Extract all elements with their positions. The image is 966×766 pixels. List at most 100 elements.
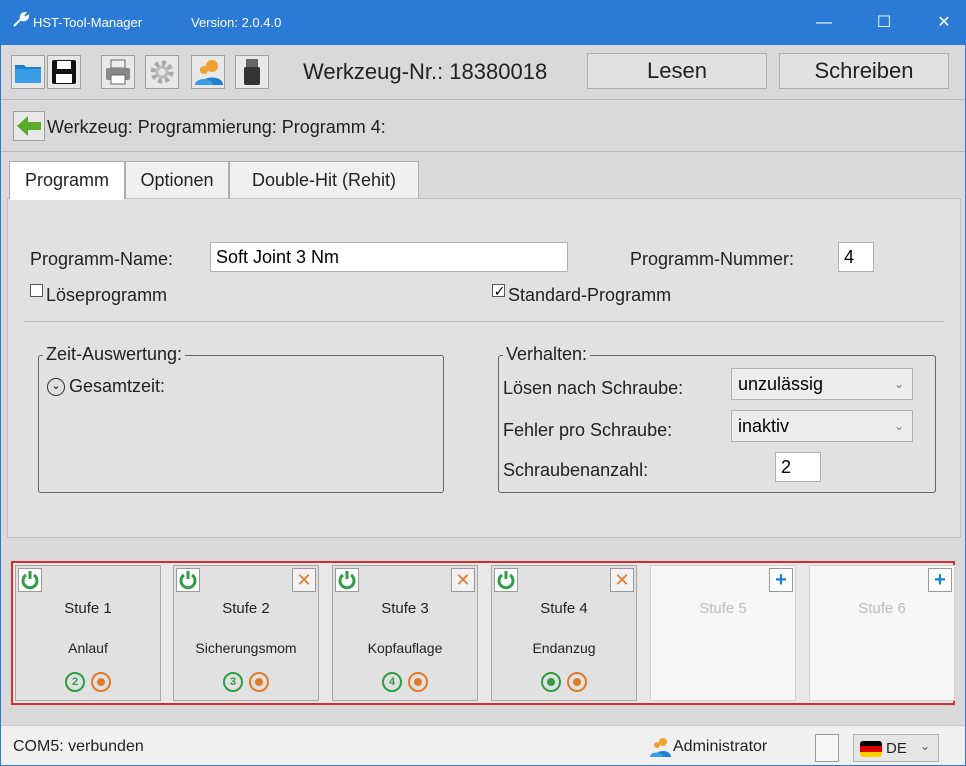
next-stage-icon: 4 — [382, 672, 402, 692]
divider — [1, 99, 965, 100]
loosen-after-label: Lösen nach Schraube: — [503, 378, 684, 398]
app-window: HST-Tool-Manager Version: 2.0.4.0 — ☐ ✕ … — [0, 0, 966, 766]
document-icon[interactable] — [815, 734, 839, 762]
stage-1[interactable]: Stufe 1 Anlauf 2 — [15, 565, 161, 701]
add-stage-button[interactable]: + — [928, 568, 952, 592]
stage-3[interactable]: ✕ Stufe 3 Kopfauflage 4 — [332, 565, 478, 701]
power-icon — [179, 571, 197, 590]
loosen-after-value: unzulässig — [738, 374, 824, 394]
program-name-input[interactable]: Soft Joint 3 Nm — [210, 242, 568, 272]
power-button[interactable] — [176, 568, 200, 592]
breadcrumb: Werkzeug: Programmierung: Programm 4: — [47, 117, 386, 137]
stage-name: Stufe 3 — [381, 600, 429, 617]
version-label: Version: 2.0.4.0 — [191, 15, 282, 30]
power-icon — [21, 571, 39, 590]
write-button[interactable]: Schreiben — [779, 53, 949, 89]
open-folder-button[interactable] — [11, 55, 45, 89]
stage-6[interactable]: + Stufe 6 — [809, 565, 955, 701]
settings-button[interactable] — [145, 55, 179, 89]
stage-name: Stufe 4 — [540, 600, 588, 617]
toolbar: Werkzeug-Nr.: 18380018 Lesen Schreiben — [1, 45, 965, 99]
usb-icon — [244, 59, 260, 85]
stage-4[interactable]: ✕ Stufe 4 Endanzug — [491, 565, 637, 701]
user-name[interactable]: Administrator — [673, 738, 767, 756]
status-dot-icon — [249, 672, 269, 692]
status-bar: COM5: verbunden Administrator DE ⌄ — [1, 725, 965, 765]
language-select[interactable]: DE ⌄ — [853, 734, 939, 762]
next-stage-icon: 2 — [65, 672, 85, 692]
stage-5[interactable]: + Stufe 5 — [650, 565, 796, 701]
loosen-program-checkbox[interactable] — [30, 284, 43, 297]
error-per-screw-label: Fehler pro Schraube: — [503, 420, 673, 440]
power-icon — [338, 571, 356, 590]
stage-description: Kopfauflage — [367, 640, 443, 656]
window-title: HST-Tool-Manager — [33, 15, 143, 30]
program-number-input[interactable]: 4 — [838, 242, 874, 272]
power-button[interactable] — [18, 568, 42, 592]
time-evaluation-group: Zeit-Auswertung: ⌄ Gesamtzeit: — [38, 344, 444, 493]
delete-stage-button[interactable]: ✕ — [610, 568, 634, 592]
chevron-down-icon: ⌄ — [919, 739, 930, 753]
power-button[interactable] — [335, 568, 359, 592]
minimize-button[interactable]: — — [801, 7, 847, 39]
settings-icon — [150, 60, 174, 84]
stage-name: Stufe 6 — [858, 600, 906, 617]
loosen-after-select[interactable]: unzulässig ⌄ — [731, 368, 913, 400]
stage-description: Sicherungsmom — [195, 640, 297, 656]
usb-button[interactable] — [235, 55, 269, 89]
germany-flag-icon — [860, 741, 882, 757]
chevron-down-icon: ⌄ — [893, 419, 904, 433]
checkmark-icon: ✓ — [493, 283, 506, 299]
connection-status: COM5: verbunden — [13, 738, 144, 755]
title-bar: HST-Tool-Manager Version: 2.0.4.0 — ☐ ✕ — [1, 1, 965, 45]
stage-name: Stufe 1 — [64, 600, 112, 617]
back-arrow-icon — [17, 116, 41, 136]
divider — [24, 321, 944, 322]
print-button[interactable] — [101, 55, 135, 89]
wrench-icon — [11, 11, 31, 31]
delete-stage-button[interactable]: ✕ — [292, 568, 316, 592]
time-evaluation-title: Zeit-Auswertung: — [43, 344, 186, 365]
user-button[interactable] — [191, 55, 225, 89]
stage-name: Stufe 2 — [222, 600, 270, 617]
save-icon — [52, 60, 76, 84]
close-button[interactable]: ✕ — [921, 7, 965, 39]
stage-2[interactable]: ✕ Stufe 2 Sicherungsmom 3 — [173, 565, 319, 701]
status-dot-icon — [408, 672, 428, 692]
divider — [1, 151, 965, 152]
delete-stage-button[interactable]: ✕ — [451, 568, 475, 592]
tab-double-hit[interactable]: Double-Hit (Rehit) — [229, 161, 419, 199]
program-number-label: Programm-Nummer: — [630, 249, 795, 269]
power-icon — [497, 571, 515, 590]
tool-number: Werkzeug-Nr.: 18380018 — [303, 59, 548, 84]
tab-programm[interactable]: Programm — [9, 161, 125, 200]
power-button[interactable] — [494, 568, 518, 592]
behavior-title: Verhalten: — [503, 344, 591, 365]
error-per-screw-value: inaktiv — [738, 416, 790, 436]
user-icon — [195, 60, 223, 85]
program-panel: Programm-Name: Soft Joint 3 Nm Programm-… — [7, 198, 961, 538]
chevron-down-icon: ⌄ — [893, 377, 904, 391]
behavior-group: Verhalten: Lösen nach Schraube: unzuläss… — [498, 344, 936, 493]
screw-count-label: Schraubenanzahl: — [503, 460, 649, 480]
chevron-down-icon[interactable]: ⌄ — [47, 378, 65, 396]
status-dot-icon — [567, 672, 587, 692]
breadcrumb-row: Werkzeug: Programmierung: Programm 4: — [1, 101, 965, 151]
stage-name: Stufe 5 — [699, 600, 747, 617]
maximize-button[interactable]: ☐ — [861, 7, 907, 39]
add-stage-button[interactable]: + — [769, 568, 793, 592]
end-stage-icon — [541, 672, 561, 692]
print-icon — [106, 59, 130, 85]
save-button[interactable] — [47, 55, 81, 89]
stage-description: Endanzug — [532, 640, 596, 656]
stages-strip: Stufe 1 Anlauf 2 ✕ Stufe 2 Sicherungsmom… — [11, 561, 955, 705]
read-button[interactable]: Lesen — [587, 53, 767, 89]
tab-optionen[interactable]: Optionen — [125, 161, 229, 199]
standard-program-checkbox[interactable]: ✓ — [492, 283, 506, 299]
error-per-screw-select[interactable]: inaktiv ⌄ — [731, 410, 913, 442]
status-dot-icon — [91, 672, 111, 692]
stage-description: Anlauf — [68, 640, 108, 656]
loosen-program-label: Löseprogramm — [46, 285, 168, 305]
screw-count-input[interactable]: 2 — [775, 452, 821, 482]
back-button[interactable] — [13, 111, 45, 141]
